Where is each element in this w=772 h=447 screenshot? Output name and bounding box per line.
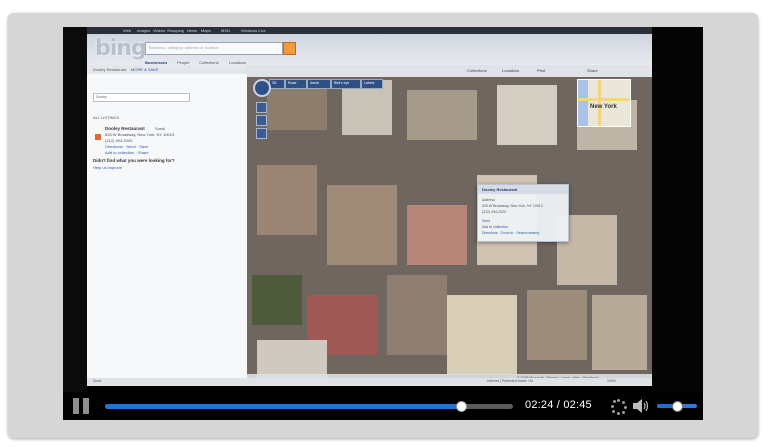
status-done: Done [93,379,102,383]
refine-field-value: Dooley [96,95,107,99]
video-screen[interactable]: Web Images Videos Shopping News Maps MSN… [87,27,652,384]
time-display: 02:24 / 02:45 [525,399,592,411]
topbar-item: News [187,28,198,33]
zoom-in-icon[interactable] [256,102,267,113]
map-toolbar-item[interactable]: Collections [467,68,487,73]
topbar-item: Windows Live [241,28,266,33]
building [447,295,517,375]
search-input[interactable]: Business, category, address or location [145,42,283,55]
building [252,275,302,325]
map-mode-labels[interactable]: Labels [361,79,383,89]
rotate-icon[interactable] [256,128,267,139]
letterbox-right [652,27,703,392]
result-address: 625 W Broadway, New York, NY 10013 [105,132,175,137]
topbar-item: MSN [221,28,230,33]
map-mode-3d[interactable]: 3D [269,79,285,89]
minimap-road [578,98,630,101]
map-mode-label: Bird's eye [334,81,350,85]
topbar-item: Images [137,28,151,33]
popup-line: Address [482,198,495,202]
search-placeholder: Business, category, address or location [149,45,219,50]
building [497,85,557,145]
result-pin-icon [95,134,101,140]
help-link[interactable]: Help us improve [93,165,122,170]
player-controls: 02:24 / 02:45 [63,392,703,420]
map-mode-aerial[interactable]: Aerial [307,79,331,89]
status-zoom[interactable]: 100% [607,379,616,383]
letterbox-left [63,27,87,392]
map-mode-road[interactable]: Road [285,79,307,89]
map-mode-label: Labels [364,81,375,85]
video-player[interactable]: Web Images Videos Shopping News Maps MSN… [63,27,703,420]
results-panel: Dooley Restaurant MORE & SAVE Dooley ALL… [87,65,248,384]
building [257,165,317,235]
browser-status-bar: Done Internet | Protected Mode: On 100% [87,378,652,386]
building [327,185,397,265]
map-toolbar-item[interactable]: Share [587,68,598,73]
result-links[interactable]: Directions · Send · Save [105,144,148,149]
popup-line: (212) 494-2020 [482,210,506,214]
topbar-item: Shopping [167,28,184,33]
not-found-question: Didn't find what you were looking for? [93,158,175,163]
volume-handle[interactable] [672,401,683,412]
search-button[interactable] [283,42,296,55]
location-popup[interactable]: Dooley Restaurant Address 625 W Broadway… [477,184,569,242]
volume-icon[interactable] [633,399,651,413]
bing-topbar: Web Images Videos Shopping News Maps MSN… [87,27,652,34]
result-extra-links[interactable]: Add to collection · Share [105,150,149,155]
pause-icon-bar [83,398,89,414]
map-toolbar-item[interactable]: Print [537,68,545,73]
map-toolbar-item[interactable]: Locations [502,68,519,73]
status-zone: Internet | Protected Mode: On [487,379,534,383]
building [267,85,327,130]
popup-line[interactable]: Directions · Zoom in · Search nearby [482,231,539,235]
minimap-road [598,80,601,126]
seek-handle[interactable] [456,401,468,412]
bing-header: bing Business, category, address or loca… [87,34,652,65]
seek-bar[interactable] [105,401,513,412]
building [387,275,447,355]
topbar-item: Web [123,28,132,33]
result-phone: (212) 494-2020 [105,138,133,143]
topbar-item: Maps [201,28,211,33]
building [592,295,647,370]
duration: 02:45 [563,399,592,411]
loading-spinner-icon [611,399,627,415]
current-time: 02:24 [525,399,554,411]
results-header: Dooley Restaurant MORE & SAVE [87,65,247,74]
pause-button[interactable] [73,398,93,414]
time-separator: / [556,399,561,411]
result-rank: Sushi [155,126,166,131]
minimap[interactable]: New York [577,79,631,127]
pause-icon-bar [73,398,79,414]
zoom-out-icon[interactable] [256,115,267,126]
map-mode-label: Road [288,81,297,85]
seek-progress [105,404,462,409]
bing-logo: bing [95,36,147,61]
building [407,90,477,140]
compass-icon[interactable] [253,79,271,97]
refine-field[interactable]: Dooley [93,93,190,102]
section-label: ALL LISTINGS [93,115,120,120]
popup-line[interactable]: Send [482,219,490,223]
map-mode-birds-eye[interactable]: Bird's eye [331,79,361,89]
map-mode-label: Aerial [310,81,319,85]
breadcrumb-link[interactable]: MORE & SAVE [131,67,158,72]
volume-slider[interactable] [657,401,697,412]
popup-line: 625 W Broadway, New York, NY 10013 [482,204,543,208]
breadcrumb: Dooley Restaurant [93,67,127,72]
popup-line[interactable]: Add to collection [482,225,508,229]
minimap-label: New York [590,104,617,110]
popup-title: Dooley Restaurant [482,187,518,192]
result-name[interactable]: Dooley Restaurant [105,126,145,131]
minimap-water [578,80,588,126]
map-toolbar: Collections Locations Print Share [247,65,652,77]
building [407,205,467,265]
topbar-item: Videos [153,28,166,33]
building [527,290,587,360]
map-mode-label: 3D [272,81,277,85]
